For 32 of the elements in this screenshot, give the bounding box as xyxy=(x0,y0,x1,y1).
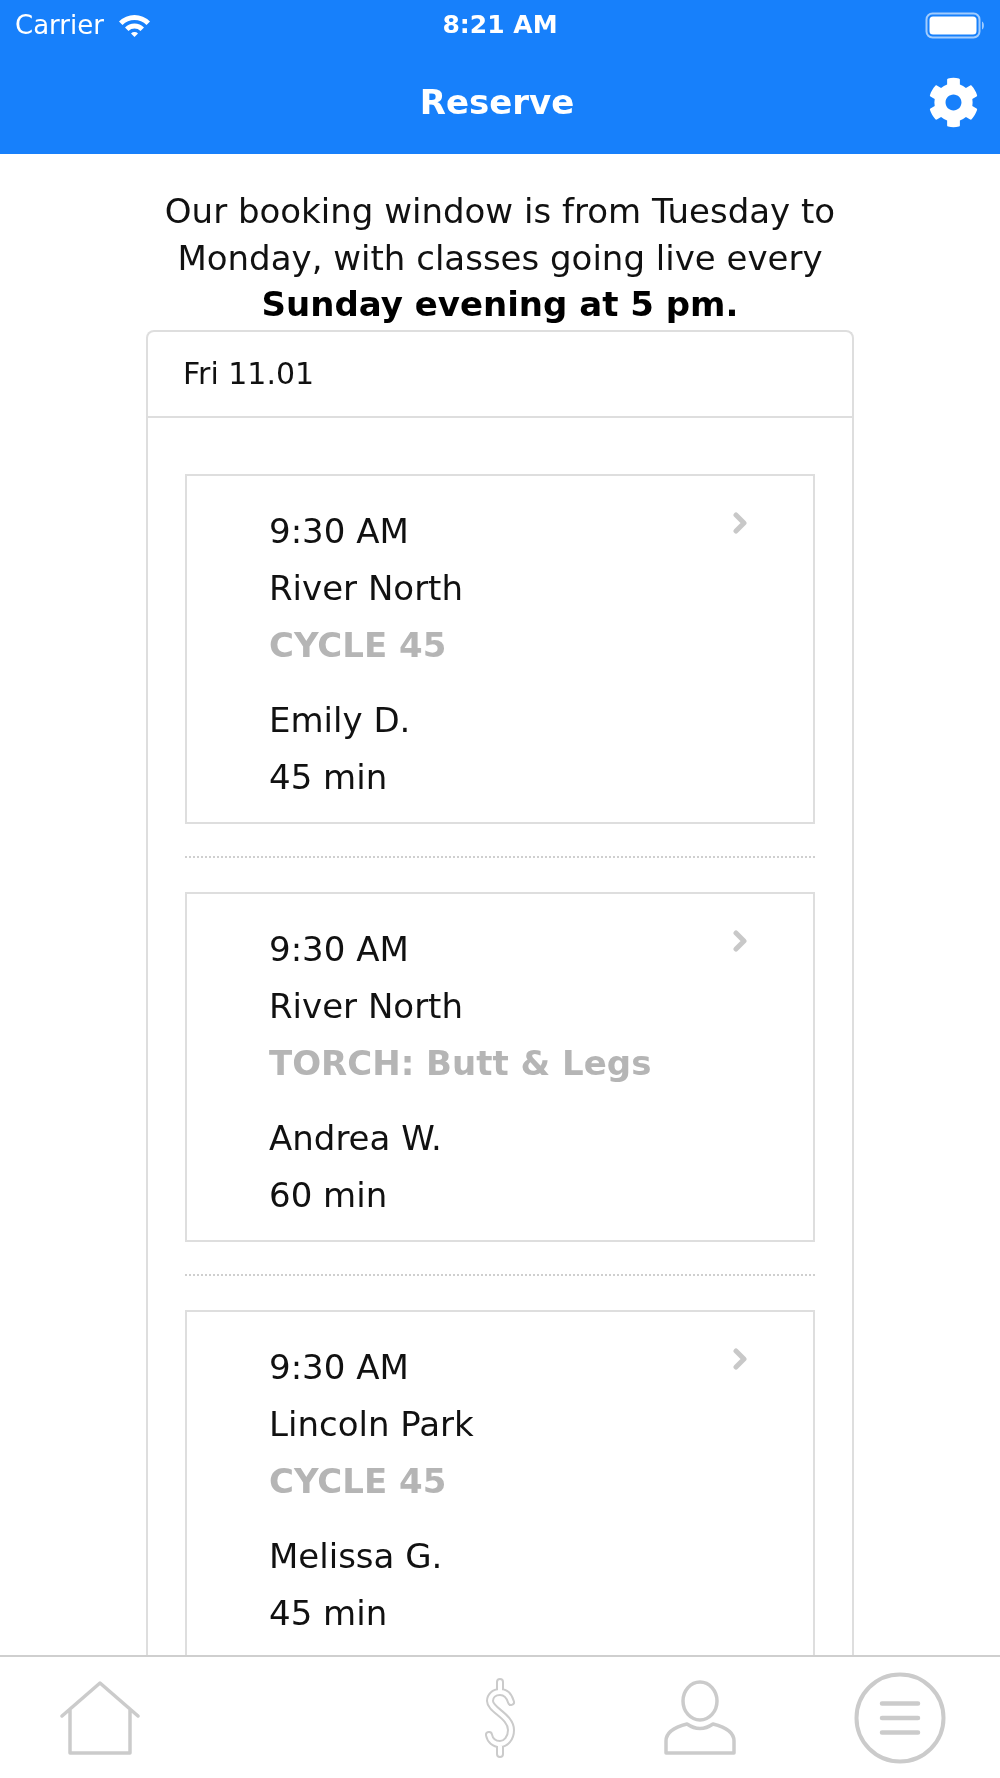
class-card[interactable]: 9:30 AM River North TORCH: Butt & Legs Andrea W. 60 min xyxy=(185,891,815,1242)
class-duration: 45 min xyxy=(269,755,389,799)
carrier-name: Carrier xyxy=(15,10,104,40)
class-name: CYCLE 45 xyxy=(269,623,448,667)
home-icon[interactable] xyxy=(59,1680,141,1755)
date-header: Fri 11.01 xyxy=(148,331,852,418)
class-time: 9:30 AM xyxy=(269,927,410,971)
chevron-icon xyxy=(733,1347,747,1370)
wifi-icon xyxy=(117,13,151,37)
class-name: TORCH: Butt & Legs xyxy=(269,1041,653,1085)
chevron-icon xyxy=(733,511,747,534)
class-card[interactable]: 9:30 AM Lincoln Park CYCLE 45 Melissa G. 45 min xyxy=(185,1309,815,1655)
studio-location: River North xyxy=(269,984,464,1028)
instructor-name: Melissa G. xyxy=(269,1534,444,1578)
class-card[interactable]: 9:30 AM River North CYCLE 45 Emily D. 45 min xyxy=(185,473,815,824)
menu-icon[interactable] xyxy=(854,1671,946,1764)
person-icon[interactable] xyxy=(663,1679,737,1756)
settings-icon[interactable] xyxy=(928,76,979,128)
studio-location: Lincoln Park xyxy=(269,1402,475,1446)
chevron-icon xyxy=(733,929,747,952)
booking-notice: Our booking window is from Tuesday to Monday, with classes going live every Sunday evening at 5 pm. xyxy=(163,190,837,326)
instructor-name: Emily D. xyxy=(269,698,412,742)
battery-icon xyxy=(925,11,985,39)
class-name: CYCLE 45 xyxy=(269,1459,448,1503)
instructor-name: Andrea W. xyxy=(269,1116,443,1160)
screen-title: Reserve xyxy=(419,82,575,122)
status-time: 8:21 AM xyxy=(442,10,558,40)
studio-location: River North xyxy=(269,566,464,610)
class-duration: 60 min xyxy=(269,1173,389,1217)
class-time: 9:30 AM xyxy=(269,509,410,553)
class-duration: 45 min xyxy=(269,1591,389,1635)
class-time: 9:30 AM xyxy=(269,1345,410,1389)
